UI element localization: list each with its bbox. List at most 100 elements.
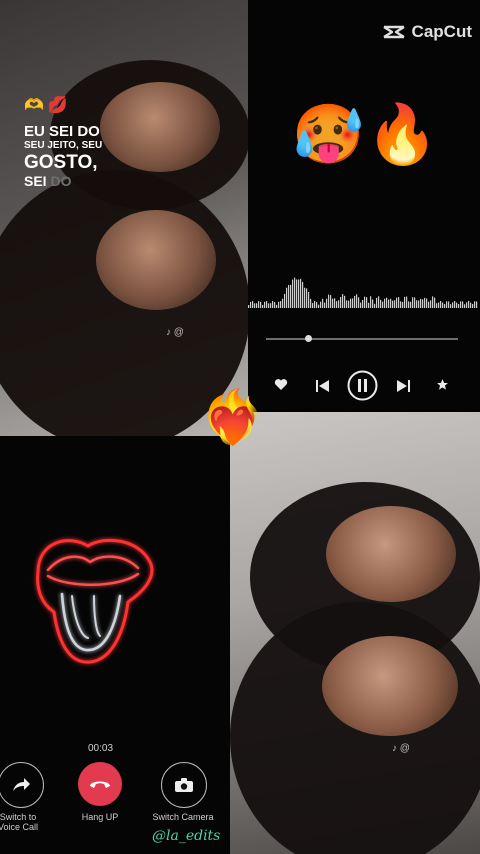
waveform-bar [362, 299, 364, 308]
waveform-bar [302, 282, 304, 308]
waveform-bar [398, 297, 400, 308]
waveform-bar [298, 279, 300, 308]
waveform-bar [418, 300, 420, 308]
switch-camera-button[interactable] [161, 762, 207, 808]
switch-to-voice-label: Switch to Voice Call [0, 812, 58, 833]
waveform-bar [430, 300, 432, 308]
waveform-bar [476, 301, 478, 308]
lyrics-line-1: EU SEI DO [24, 123, 100, 140]
previous-icon[interactable] [316, 379, 329, 397]
waveform-bar [328, 294, 330, 308]
waveform-bar [392, 300, 394, 308]
waveform-bar [324, 302, 326, 308]
waveform-bar [258, 301, 260, 308]
lyrics-line-4-dim: DO [50, 173, 72, 189]
waveform-bar [442, 302, 444, 308]
waveform-bar [288, 285, 290, 308]
waveform-bar [296, 279, 298, 308]
face-shape [326, 506, 456, 602]
waveform-bar [268, 303, 270, 308]
video-call-panel: 00:03 Switch to Voice Call Hang UP Switc… [0, 436, 230, 854]
heart-on-fire-emoji: ❤️‍🔥 [200, 389, 265, 447]
waveform-bar [426, 298, 428, 308]
music-player-panel: CapCut 🥵🔥 [248, 0, 480, 410]
waveform-bar [256, 303, 258, 308]
waveform-bar [332, 298, 334, 308]
waveform-bar [252, 301, 254, 308]
heart-icon[interactable] [274, 378, 288, 396]
waveform-bar [404, 296, 406, 308]
waveform-bar [438, 302, 440, 308]
waveform-bar [450, 304, 452, 308]
waveform-bar [358, 297, 360, 308]
waveform-bar [346, 300, 348, 308]
switch-to-voice-button[interactable] [0, 762, 44, 808]
photo-panel-bottom-right: ♪ @ [230, 412, 480, 854]
lyrics-overlay: 🫶💋 EU SEI DO SEU JEITO, SEU GOSTO, SEI D… [24, 98, 124, 189]
waveform-bar [316, 302, 318, 308]
waveform-bar [390, 298, 392, 308]
photo-panel-top-left: ♪ @ 🫶💋 EU SEI DO SEU JEITO, SEU GOSTO, S… [0, 0, 248, 436]
progress-knob[interactable] [305, 335, 313, 342]
lyrics-line-2: SEU JEITO, SEU [24, 140, 103, 151]
waveform-bar [408, 301, 410, 308]
waveform-bar [428, 301, 430, 308]
waveform-bar [318, 304, 320, 308]
waveform-bar [280, 301, 282, 308]
hang-up-button[interactable] [78, 762, 122, 806]
waveform-bar [282, 298, 284, 308]
waveform-bar [278, 301, 280, 308]
lyrics-line-4: SEI DO [24, 174, 124, 188]
waveform-bar [452, 302, 454, 308]
switch-camera-label: Switch Camera [152, 812, 214, 822]
waveform-bar [388, 299, 390, 308]
waveform-bar [370, 296, 372, 308]
waveform-bar [260, 301, 262, 308]
waveform-bar [306, 288, 308, 308]
waveform-bar [382, 301, 384, 308]
waveform-bar [456, 302, 458, 308]
hang-up-label: Hang UP [81, 812, 119, 822]
waveform-bar [374, 303, 376, 308]
waveform-bar [320, 301, 322, 308]
phone-hangup-icon [90, 781, 110, 788]
waveform-bar [254, 303, 256, 308]
waveform-bar [468, 301, 470, 308]
player-emoji: 🥵🔥 [292, 102, 441, 167]
waveform-bar [312, 302, 314, 308]
waveform-bar [400, 301, 402, 308]
camera-icon [175, 778, 193, 792]
waveform-bar [402, 301, 404, 308]
waveform-bar [308, 291, 310, 308]
capcut-watermark: CapCut [382, 22, 472, 42]
waveform-bar [304, 287, 306, 308]
capcut-logo-icon [382, 25, 405, 39]
tiktok-mark: ♪ @ [166, 327, 184, 338]
waveform-bar [396, 297, 398, 308]
waveform-bar [422, 299, 424, 308]
star-icon[interactable] [436, 378, 449, 396]
waveform-bar [436, 303, 438, 308]
waveform-bar [378, 296, 380, 308]
voice-label-line-1: Switch to [0, 812, 37, 822]
waveform-bar [330, 295, 332, 308]
progress-bar[interactable] [266, 335, 458, 342]
neon-tongue-logo-icon [36, 538, 154, 664]
waveform-bar [386, 297, 388, 308]
waveform-bar [326, 298, 328, 308]
call-timer: 00:03 [88, 743, 114, 754]
waveform-bar [342, 294, 344, 308]
waveform-bar [272, 301, 274, 308]
waveform-bar [406, 296, 408, 308]
next-icon[interactable] [397, 379, 410, 397]
creator-watermark: @la_edits [152, 828, 221, 844]
waveform-bar [314, 301, 316, 308]
voice-label-line-2: Voice Call [0, 822, 39, 833]
waveform-bar [300, 278, 302, 308]
pause-button[interactable] [347, 370, 378, 406]
waveform-bar [454, 301, 456, 308]
waveform-bar [466, 302, 468, 308]
waveform-bar [286, 287, 288, 308]
waveform-bar [290, 284, 292, 308]
waveform-bar [354, 295, 356, 308]
